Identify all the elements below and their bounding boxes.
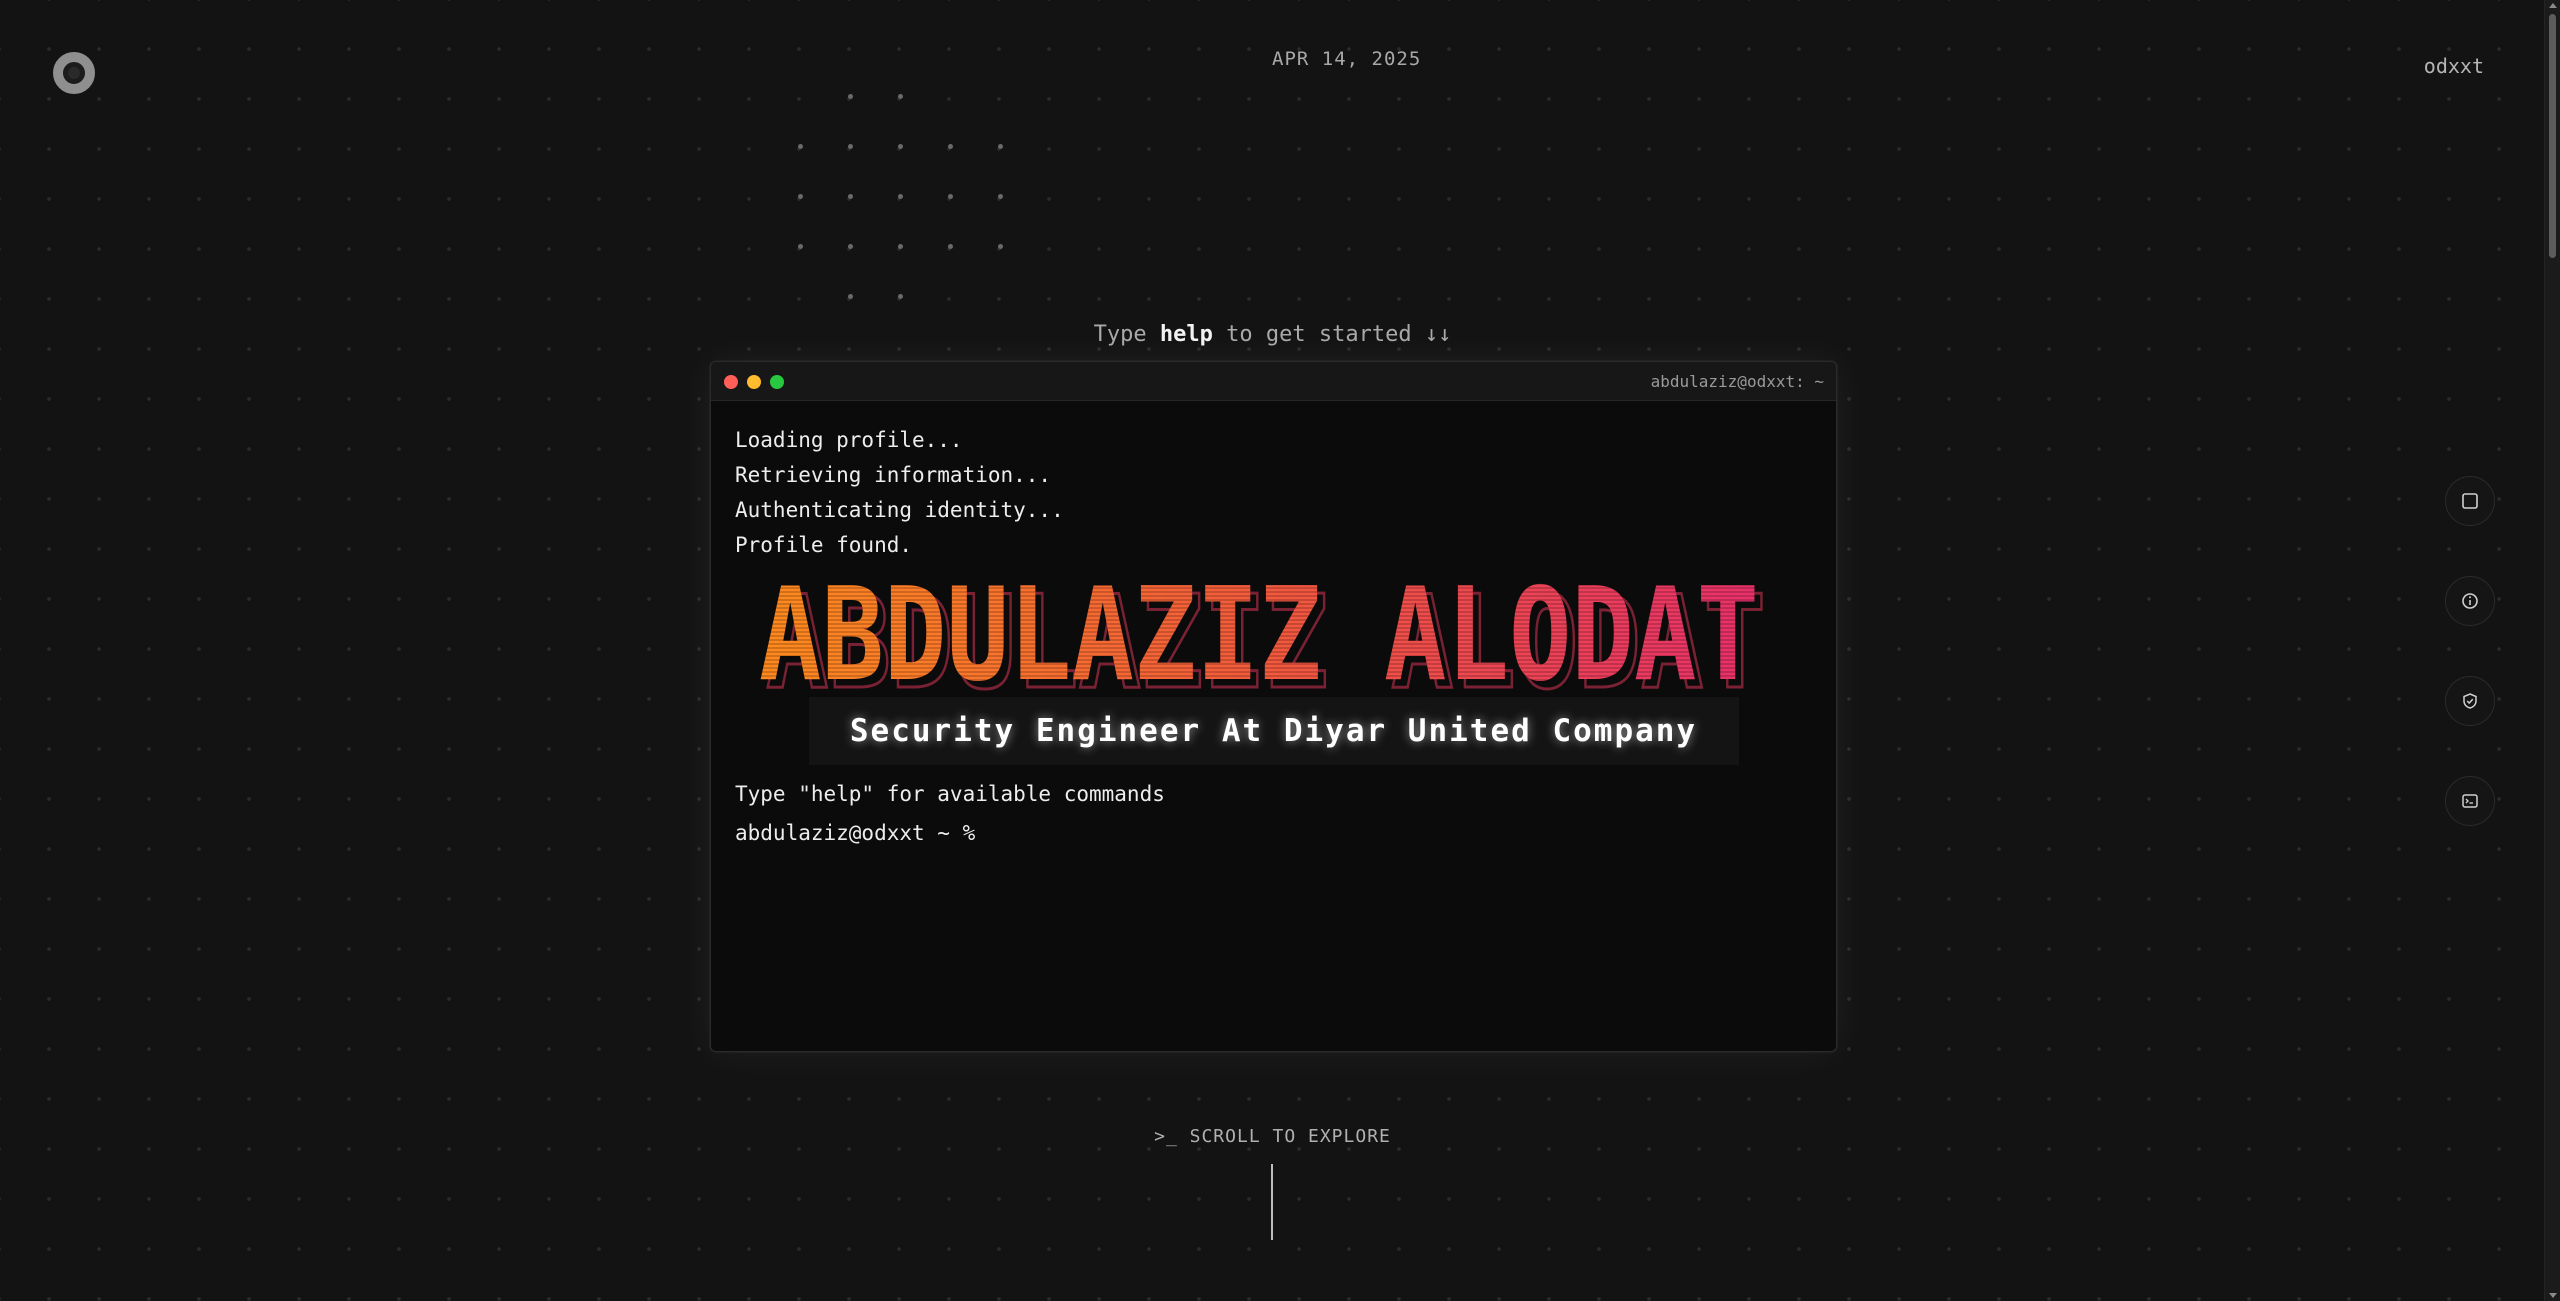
output-line: Profile found. <box>735 533 913 557</box>
minimize-window-button[interactable] <box>747 375 761 389</box>
output-line: Retrieving information... <box>735 463 1052 487</box>
prompt-text: abdulaziz@odxxt ~ % <box>735 821 976 845</box>
output-line: Authenticating identity... <box>735 498 1064 522</box>
info-icon <box>2462 593 2478 609</box>
logo-icon[interactable] <box>53 52 95 94</box>
terminal-window[interactable]: abdulaziz@odxxt: ~ Loading profile... Re… <box>710 361 1837 1052</box>
help-line: Type "help" for available commands <box>735 782 1165 806</box>
banner-scanlines: ABDULAZIZ ALODAT <box>759 567 1759 697</box>
page: APR 14, 2025 odxxt Type help to get star… <box>0 0 2560 1301</box>
scroll-indicator-line <box>1271 1164 1273 1240</box>
terminal-icon <box>2462 794 2478 808</box>
square-icon <box>2462 493 2478 509</box>
hint-suffix: to get started ↓↓ <box>1226 322 1452 347</box>
scroll-down-arrow[interactable] <box>2549 1293 2557 1298</box>
shield-check-icon <box>2463 693 2477 709</box>
side-nav-about-button[interactable] <box>2445 576 2495 626</box>
decorative-dot-grid <box>780 80 1040 320</box>
job-title: Security Engineer At Diyar United Compan… <box>808 697 1739 765</box>
close-window-button[interactable] <box>724 375 738 389</box>
page-scrollbar[interactable] <box>2544 0 2560 1301</box>
hint-keyword: help <box>1159 322 1213 347</box>
output-line: Loading profile... <box>735 428 963 452</box>
username-label[interactable]: odxxt <box>2424 54 2484 78</box>
terminal-title: abdulaziz@odxxt: ~ <box>1650 372 1824 391</box>
side-nav-terminal-button[interactable] <box>2445 776 2495 826</box>
scroll-up-arrow[interactable] <box>2549 3 2557 8</box>
terminal-titlebar: abdulaziz@odxxt: ~ <box>711 362 1836 401</box>
banner-svg: ABDULAZIZ ALODAT ABDULAZIZ ALODAT ABDULA… <box>759 567 1768 697</box>
ascii-name-banner: ABDULAZIZ ALODAT ABDULAZIZ ALODAT ABDULA… <box>735 567 1812 697</box>
help-hint: Type help to get started ↓↓ <box>0 322 2545 347</box>
side-nav-home-button[interactable] <box>2445 476 2495 526</box>
scroll-to-explore-label[interactable]: >_ SCROLL TO EXPLORE <box>0 1126 2545 1147</box>
terminal-output: Loading profile... Retrieving informatio… <box>711 401 1836 873</box>
date-display: APR 14, 2025 <box>1272 48 1422 70</box>
scrollbar-thumb[interactable] <box>2549 14 2556 258</box>
hint-prefix: Type <box>1093 322 1147 347</box>
side-nav-security-button[interactable] <box>2445 676 2495 726</box>
command-prompt[interactable]: abdulaziz@odxxt ~ % <box>735 816 1812 851</box>
maximize-window-button[interactable] <box>770 375 784 389</box>
